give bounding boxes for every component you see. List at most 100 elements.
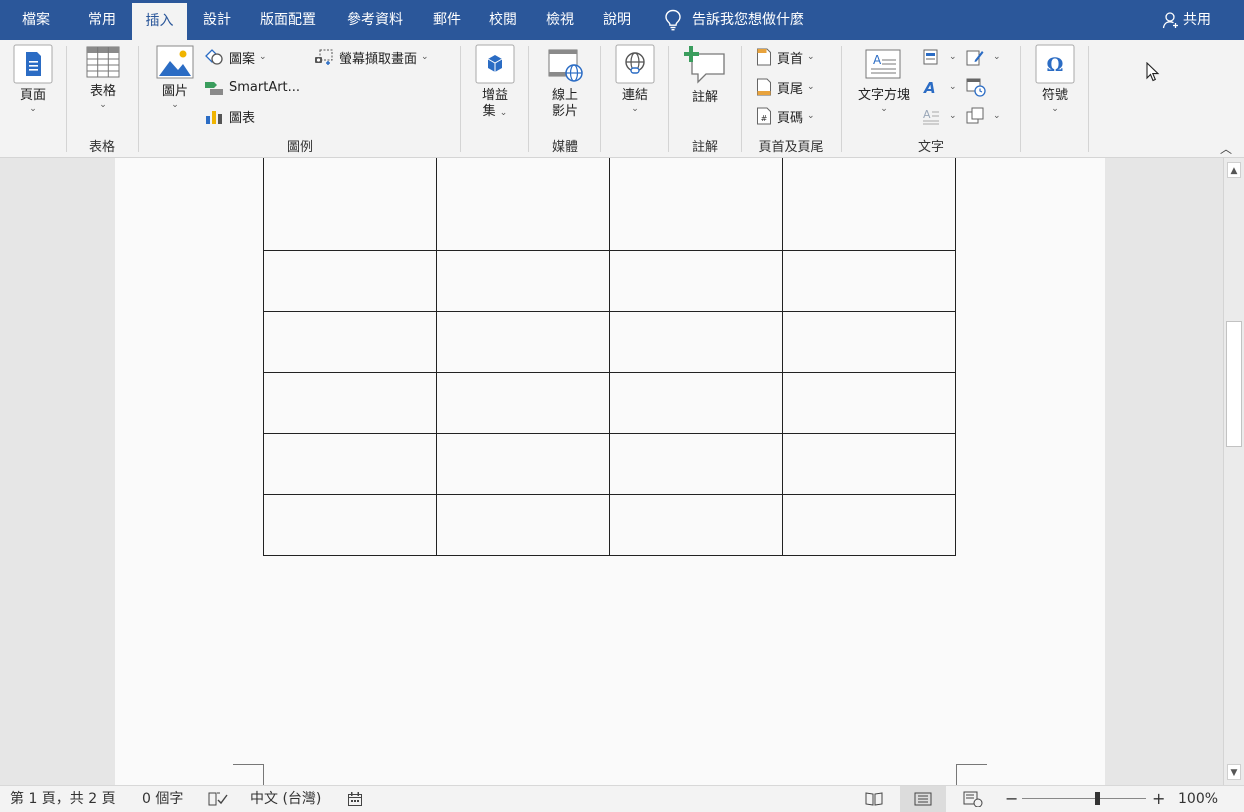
tab-layout[interactable]: 版面配置 [250,0,326,40]
scrollbar-thumb[interactable] [1226,321,1242,447]
table-cell[interactable] [436,432,610,495]
document-area [0,158,1223,785]
table-cell[interactable] [782,371,956,434]
language-status[interactable]: 中文 (台灣) [250,786,321,812]
table-cell[interactable] [436,249,610,312]
pages-button[interactable]: 頁面 ⌄ [10,44,56,114]
table-button[interactable]: 表格 ⌄ [80,44,126,110]
table-cell[interactable] [609,249,783,312]
shapes-icon [205,49,223,65]
shapes-button[interactable]: 圖案 ⌄ [204,46,267,68]
tab-mailings[interactable]: 郵件 [424,0,470,40]
web-layout-button[interactable] [955,786,991,812]
tab-references[interactable]: 參考資料 [338,0,412,40]
zoom-level[interactable]: 100% [1178,786,1218,812]
omega-icon: Ω [1035,44,1075,84]
tab-home[interactable]: 常用 [76,0,128,40]
word-count[interactable]: 0 個字 [142,786,183,812]
table-cell[interactable] [782,493,956,556]
group-label-text: 文字 [917,140,944,155]
table-cell[interactable] [609,432,783,495]
picture-button[interactable]: 圖片 ⌄ [152,44,198,110]
object-button[interactable]: ⌄ [966,105,1001,127]
document-page[interactable] [115,158,1105,785]
share-button[interactable]: 共用 [1162,0,1211,40]
tab-insert[interactable]: 插入 [132,3,187,40]
symbols-label: 符號 [1041,88,1068,103]
table-cell[interactable] [782,249,956,312]
table-row [263,249,956,312]
drop-cap-button[interactable]: A ⌄ [922,105,957,127]
addins-label-2: 集 ⌄ [482,104,508,119]
tab-design[interactable]: 設計 [191,0,243,40]
zoom-out-button[interactable]: − [1005,786,1018,812]
table-cell[interactable] [263,249,437,312]
symbols-button[interactable]: Ω 符號 ⌄ [1032,44,1078,114]
read-mode-button[interactable] [856,786,892,812]
signature-line-button[interactable]: ⌄ [966,46,1001,68]
footer-button[interactable]: 頁尾 ⌄ [756,76,815,98]
addins-button[interactable]: 增益 集 ⌄ [472,44,518,121]
table-cell[interactable] [263,432,437,495]
group-divider [841,46,842,152]
tell-me-box[interactable]: 告訴我您想做什麼 [664,0,804,40]
web-layout-icon [963,791,983,807]
wordart-button[interactable]: A ⌄ [922,76,957,98]
chart-button[interactable]: 圖表 [204,105,255,127]
proofing-status[interactable] [208,786,228,812]
group-label-tables: 表格 [88,140,115,155]
group-label-header-footer: 頁首及頁尾 [758,140,824,155]
page-count[interactable]: 第 1 頁，共 2 頁 [10,786,116,812]
header-button[interactable]: 頁首 ⌄ [756,46,815,68]
chevron-down-icon: ⌄ [421,52,429,62]
group-divider [600,46,601,152]
table-row [263,310,956,373]
text-box-button[interactable]: A 文字方塊 ⌄ [852,44,916,114]
smartart-button[interactable]: SmartArt... [204,76,300,98]
table-cell[interactable] [436,158,610,251]
scroll-down-icon[interactable]: ▼ [1227,764,1241,780]
table-cell[interactable] [609,371,783,434]
chart-label: 圖表 [229,110,256,126]
table-cell[interactable] [436,371,610,434]
online-video-button[interactable]: 線上 影片 [542,44,588,120]
table-cell[interactable] [436,493,610,556]
tab-help[interactable]: 說明 [594,0,640,40]
collapse-ribbon-icon[interactable]: ︿ [1220,140,1232,157]
scroll-up-icon[interactable]: ▲ [1227,162,1241,178]
svg-text:A: A [923,79,936,96]
tab-file[interactable]: 檔案 [10,0,62,40]
date-time-button[interactable] [966,76,991,98]
document-table[interactable] [263,158,956,556]
signature-pen-icon [966,50,984,66]
print-layout-button[interactable] [900,786,946,812]
new-comment-button[interactable]: 註解 [680,44,730,106]
ribbon: 頁面 ⌄ 表格 ⌄ 表格 圖片 ⌄ 圖案 ⌄ SmartArt... 圖表 螢幕… [0,40,1244,158]
proofing-book-icon [208,792,228,806]
vertical-scrollbar[interactable]: ▲ ▼ [1223,158,1244,785]
links-button[interactable]: 連結 ⌄ [612,44,658,114]
chevron-down-icon: ⌄ [949,82,957,92]
table-cell[interactable] [782,158,956,251]
accessibility-status[interactable] [347,786,363,812]
table-cell[interactable] [782,310,956,373]
zoom-slider-thumb[interactable] [1095,792,1100,805]
zoom-in-button[interactable]: + [1152,786,1165,812]
screenshot-button[interactable]: 螢幕擷取畫面 ⌄ [314,46,429,68]
table-row [263,158,956,251]
zoom-slider[interactable] [1022,792,1146,805]
table-cell[interactable] [263,158,437,251]
table-cell[interactable] [436,310,610,373]
tab-review[interactable]: 校閱 [480,0,526,40]
table-cell[interactable] [782,432,956,495]
table-cell[interactable] [263,310,437,373]
table-cell[interactable] [263,371,437,434]
table-cell[interactable] [609,310,783,373]
quick-parts-button[interactable]: ⌄ [922,46,957,68]
table-cell[interactable] [263,493,437,556]
tab-view[interactable]: 檢視 [537,0,583,40]
group-divider [460,46,461,152]
page-number-button[interactable]: # 頁碼 ⌄ [756,105,815,127]
table-cell[interactable] [609,493,783,556]
table-cell[interactable] [609,158,783,251]
